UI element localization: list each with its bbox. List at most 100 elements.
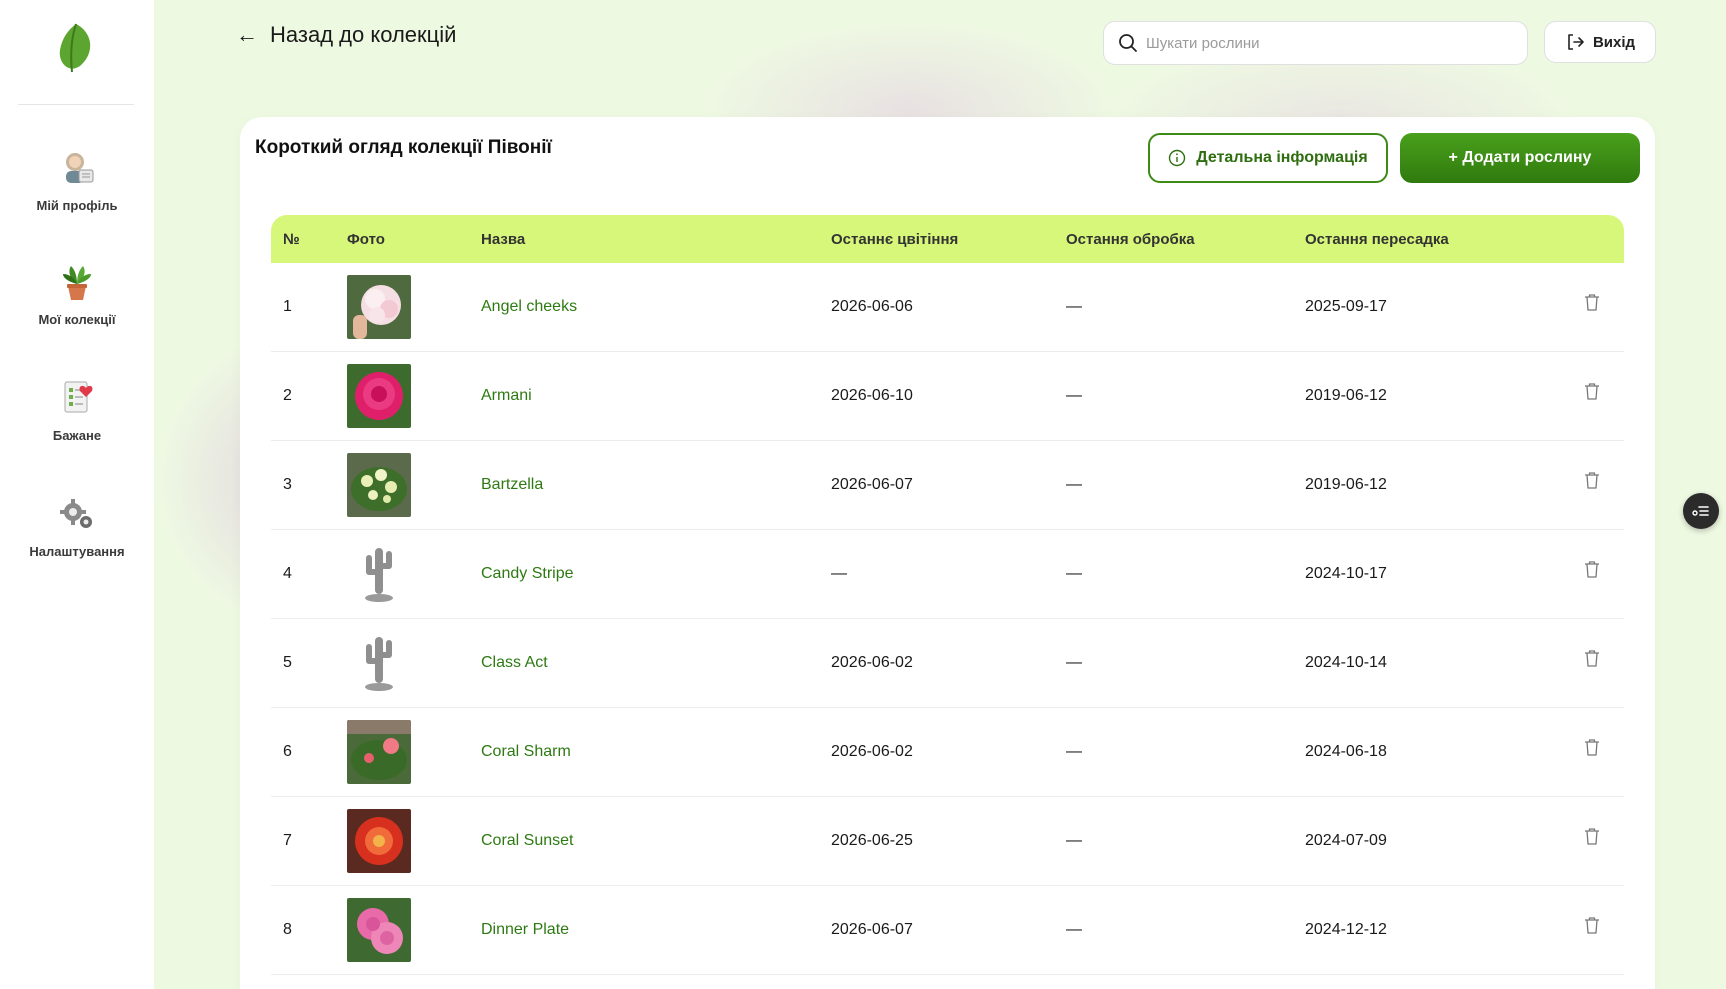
logout-icon (1568, 34, 1584, 50)
last-treatment-cell: — (1066, 921, 1082, 938)
table-header: № Фото Назва Останнє цвітіння Остання об… (271, 215, 1624, 263)
details-label: Детальна інформація (1196, 149, 1368, 166)
search-input[interactable] (1146, 34, 1506, 52)
table-row[interactable]: 6 Coral Sharm 2026-06-02 — 2024-06-18 (271, 708, 1624, 797)
trash-icon[interactable] (1584, 738, 1600, 756)
last-repot-cell: 2025-09-17 (1305, 298, 1387, 315)
search-box[interactable] (1103, 21, 1528, 65)
plants-table: № Фото Назва Останнє цвітіння Остання об… (271, 215, 1624, 975)
last-treatment-cell: — (1066, 654, 1082, 671)
collection-card: Короткий огляд колекції Півонії Детальна… (240, 117, 1655, 989)
trash-icon[interactable] (1584, 560, 1600, 578)
plant-photo[interactable] (347, 453, 411, 517)
sidebar-item-label: Мій профіль (36, 198, 118, 213)
column-header-name[interactable]: Назва (481, 231, 831, 248)
row-number: 3 (283, 476, 292, 493)
table-row[interactable]: 8 Dinner Plate 2026-06-07 — 2024-12-12 (271, 886, 1624, 975)
list-menu-icon (1692, 506, 1709, 516)
last-bloom-cell: 2026-06-07 (831, 476, 913, 493)
plant-photo[interactable] (347, 275, 411, 339)
page-title: Короткий огляд колекції Півонії (255, 137, 552, 158)
table-row[interactable]: 7 Coral Sunset 2026-06-25 — 2024-07-09 (271, 797, 1624, 886)
last-repot-cell: 2024-06-18 (1305, 743, 1387, 760)
logout-button[interactable]: Вихід (1544, 21, 1656, 63)
plant-pot-icon (63, 266, 91, 300)
back-to-collections-link[interactable]: ← Назад до колекцій (236, 22, 456, 48)
sidebar-item-profile[interactable]: Мій профіль (0, 148, 154, 213)
row-number: 5 (283, 654, 292, 671)
plant-photo[interactable] (347, 898, 411, 962)
last-bloom-cell: 2026-06-10 (831, 387, 913, 404)
profile-icon (66, 153, 94, 183)
info-icon (1169, 149, 1186, 167)
sidebar-item-label: Мої колекції (38, 312, 116, 327)
row-number: 7 (283, 832, 292, 849)
plant-name-link[interactable]: Coral Sunset (481, 832, 574, 849)
sidebar-item-label: Налаштування (29, 544, 125, 559)
row-number: 2 (283, 387, 292, 404)
last-bloom-cell: 2026-06-02 (831, 743, 913, 760)
trash-icon[interactable] (1584, 916, 1600, 934)
row-number: 4 (283, 565, 292, 582)
sidebar-item-label: Бажане (52, 428, 102, 443)
plant-name-link[interactable]: Armani (481, 387, 532, 404)
last-repot-cell: 2024-07-09 (1305, 832, 1387, 849)
sidebar-item-collections[interactable]: Мої колекції (0, 262, 154, 327)
leaf-logo-icon[interactable] (56, 22, 96, 74)
last-bloom-cell: 2026-06-25 (831, 832, 913, 849)
table-row[interactable]: 5 Class Act 2026-06-02 — 2024-10-14 (271, 619, 1624, 708)
table-row[interactable]: 2 Armani 2026-06-10 — 2019-06-12 (271, 352, 1624, 441)
trash-icon[interactable] (1584, 382, 1600, 400)
plant-name-link[interactable]: Angel cheeks (481, 298, 577, 315)
last-repot-cell: 2024-10-17 (1305, 565, 1387, 582)
plant-name-link[interactable]: Class Act (481, 654, 548, 671)
table-row[interactable]: 4 Candy Stripe — — 2024-10-17 (271, 530, 1624, 619)
plant-name-link[interactable]: Bartzella (481, 476, 543, 493)
add-plant-button[interactable]: + Додати рослину (1400, 133, 1640, 183)
cactus-placeholder-icon[interactable] (347, 542, 411, 606)
gears-icon (60, 499, 92, 528)
last-repot-cell: 2024-12-12 (1305, 921, 1387, 938)
column-header-last-treatment[interactable]: Остання обробка (1066, 231, 1305, 248)
logout-label: Вихід (1592, 33, 1636, 51)
cactus-placeholder-icon[interactable] (347, 631, 411, 695)
plant-name-link[interactable]: Candy Stripe (481, 565, 574, 582)
row-number: 8 (283, 921, 292, 938)
plant-photo[interactable] (347, 364, 411, 428)
back-label: Назад до колекцій (270, 22, 457, 47)
floating-menu-button[interactable] (1683, 493, 1719, 529)
column-header-last-repot[interactable]: Остання пересадка (1305, 231, 1560, 248)
column-header-last-bloom[interactable]: Останнє цвітіння (831, 231, 1066, 248)
sidebar-item-settings[interactable]: Налаштування (0, 494, 154, 559)
trash-icon[interactable] (1584, 293, 1600, 311)
trash-icon[interactable] (1584, 827, 1600, 845)
column-header-photo[interactable]: Фото (347, 231, 481, 248)
last-treatment-cell: — (1066, 743, 1082, 760)
last-bloom-cell: 2026-06-07 (831, 921, 913, 938)
details-button[interactable]: Детальна інформація (1148, 133, 1388, 183)
last-bloom-cell: — (831, 565, 847, 582)
column-header-number[interactable]: № (271, 231, 347, 248)
last-treatment-cell: — (1066, 476, 1082, 493)
table-row[interactable]: 3 Bartzella 2026-06-07 — 2019-06-12 (271, 441, 1624, 530)
trash-icon[interactable] (1584, 649, 1600, 667)
plant-name-link[interactable]: Coral Sharm (481, 743, 571, 760)
plant-name-link[interactable]: Dinner Plate (481, 921, 569, 938)
plant-photo[interactable] (347, 809, 411, 873)
last-treatment-cell: — (1066, 565, 1082, 582)
plant-photo[interactable] (347, 720, 411, 784)
last-treatment-cell: — (1066, 298, 1082, 315)
last-repot-cell: 2019-06-12 (1305, 387, 1387, 404)
sidebar-item-wishlist[interactable]: Бажане (0, 378, 154, 443)
sidebar-divider (18, 104, 134, 105)
wishlist-icon (64, 381, 93, 413)
sidebar: Мій профіль Мої колекції Бажане Налаштув… (0, 0, 154, 989)
last-repot-cell: 2019-06-12 (1305, 476, 1387, 493)
last-treatment-cell: — (1066, 832, 1082, 849)
table-row[interactable]: 1 Angel cheeks 2026-06-06 — 2025-09-17 (271, 263, 1624, 352)
search-icon (1119, 34, 1137, 52)
trash-icon[interactable] (1584, 471, 1600, 489)
last-treatment-cell: — (1066, 387, 1082, 404)
last-bloom-cell: 2026-06-06 (831, 298, 913, 315)
add-plant-label: + Додати рослину (1448, 149, 1592, 166)
